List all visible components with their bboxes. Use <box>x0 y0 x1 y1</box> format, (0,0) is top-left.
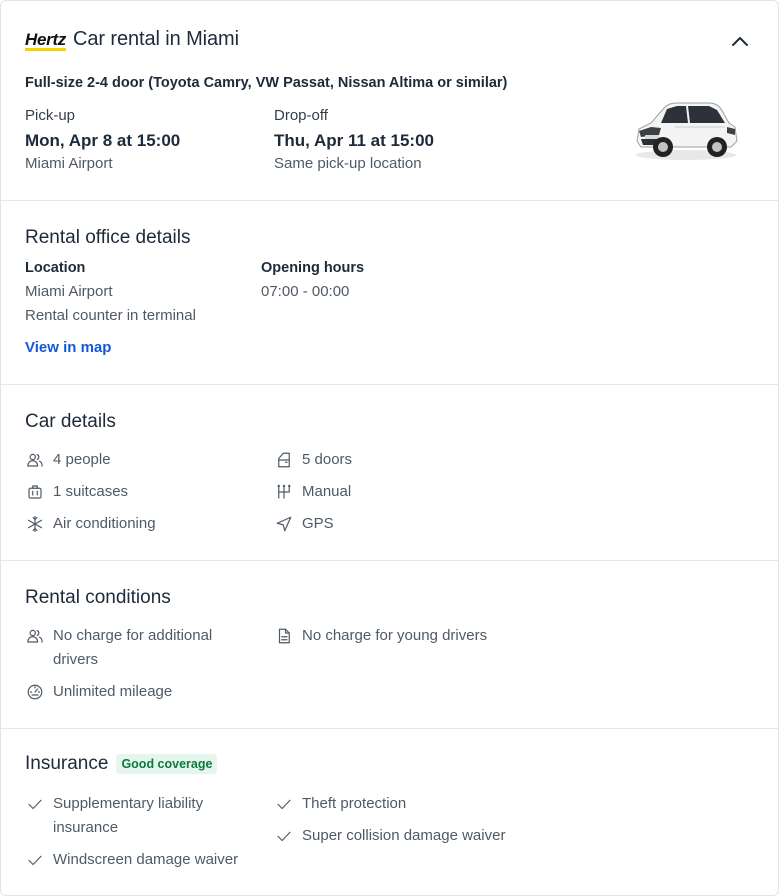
card-title: Hertz Car rental in Miami <box>25 28 239 51</box>
pickup-datetime: Mon, Apr 8 at 15:00 <box>25 131 181 150</box>
dropoff-datetime: Thu, Apr 11 at 15:00 <box>274 131 434 150</box>
pickup-label: Pick-up <box>25 107 76 124</box>
document-icon <box>278 628 290 644</box>
view-in-map-link[interactable]: View in map <box>25 339 111 356</box>
insurance-header: Insurance Good coverage <box>25 753 218 775</box>
gearshift-icon <box>277 484 291 499</box>
car-details-section: Car details 4 people 5 doors 1 suitcases… <box>1 385 778 561</box>
check-icon <box>28 855 42 866</box>
insurance-section: Insurance Good coverage Supplementary li… <box>1 729 778 895</box>
pickup-location: Miami Airport <box>25 155 113 172</box>
people-icon <box>27 629 43 643</box>
condition-young-drivers: No charge for young drivers <box>274 624 487 648</box>
section-title-insurance: Insurance <box>25 753 109 774</box>
collapse-button[interactable] <box>728 30 752 54</box>
insurance-item: Super collision damage waiver <box>274 824 505 848</box>
insurance-item: Supplementary liability insurance <box>25 792 235 840</box>
car-rental-card: Hertz Car rental in Miami Full-size 2-4 … <box>0 0 779 896</box>
navigation-icon <box>276 516 292 532</box>
chevron-up-icon <box>732 37 748 46</box>
section-title-conditions: Rental conditions <box>25 587 171 608</box>
dropoff-label: Drop-off <box>274 107 328 124</box>
location-label: Location <box>25 260 86 276</box>
feature-transmission: Manual <box>274 480 351 504</box>
feature-air-conditioning: Air conditioning <box>25 512 156 536</box>
car-image <box>636 102 738 160</box>
insurance-item: Windscreen damage waiver <box>25 848 238 872</box>
feature-gps: GPS <box>274 512 334 536</box>
rental-conditions-section: Rental conditions No charge for addition… <box>1 561 778 729</box>
section-title-car-details: Car details <box>25 411 116 432</box>
rental-summary-section: Hertz Car rental in Miami Full-size 2-4 … <box>1 1 778 201</box>
speedometer-icon <box>27 684 43 700</box>
check-icon <box>277 799 291 810</box>
condition-additional-drivers: No charge for additional drivers <box>25 624 235 672</box>
door-icon <box>278 452 290 468</box>
suitcase-icon <box>28 485 42 499</box>
dropoff-location: Same pick-up location <box>274 155 422 172</box>
feature-suitcases: 1 suitcases <box>25 480 128 504</box>
condition-unlimited-mileage: Unlimited mileage <box>25 680 172 704</box>
location-line1: Miami Airport <box>25 283 113 300</box>
feature-doors: 5 doors <box>274 448 352 472</box>
section-title-office: Rental office details <box>25 227 191 248</box>
feature-people: 4 people <box>25 448 111 472</box>
insurance-item: Theft protection <box>274 792 406 816</box>
people-icon <box>27 453 43 467</box>
opening-hours-value: 07:00 - 00:00 <box>261 283 350 300</box>
check-icon <box>28 799 42 810</box>
hertz-logo: Hertz <box>25 29 67 51</box>
rental-office-section: Rental office details Location Miami Air… <box>1 201 778 385</box>
page-title: Car rental in Miami <box>73 28 239 50</box>
snowflake-icon <box>27 515 43 533</box>
check-icon <box>277 831 291 842</box>
location-line2: Rental counter in terminal <box>25 307 196 324</box>
car-model: Full-size 2-4 door (Toyota Camry, VW Pas… <box>25 75 508 91</box>
opening-hours-label: Opening hours <box>261 260 365 276</box>
coverage-badge: Good coverage <box>116 754 218 774</box>
